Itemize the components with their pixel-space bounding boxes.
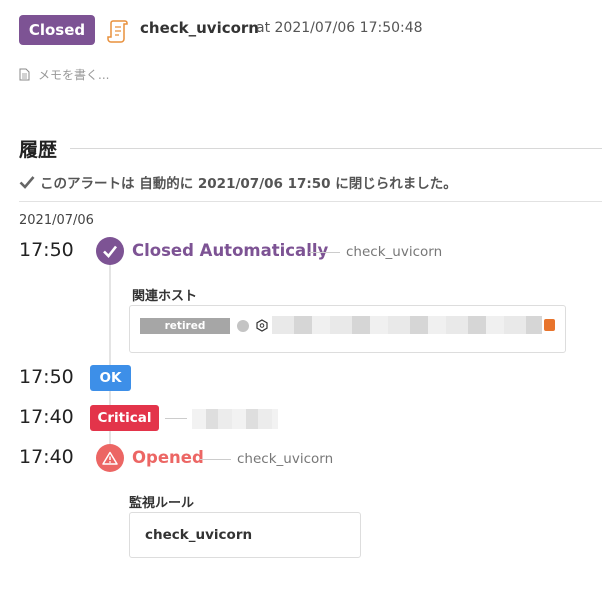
host-retired-tag: retired (140, 318, 230, 334)
monitor-rule-label: 監視ルール (129, 496, 195, 511)
critical-message-redacted (192, 409, 278, 429)
auto-closed-note: このアラートは 自動的に 2021/07/06 17:50 に閉じられました。 (19, 172, 457, 192)
auto-closed-text: このアラートは 自動的に 2021/07/06 17:50 に閉じられました。 (40, 176, 457, 192)
document-icon (19, 68, 30, 81)
host-status-dot (237, 320, 249, 332)
event-time: 17:40 (19, 406, 74, 428)
event-time: 17:50 (19, 366, 74, 388)
history-divider (70, 148, 602, 149)
closed-check-icon (96, 237, 124, 265)
memo-editor[interactable]: メモを書く... (19, 66, 109, 83)
host-name-redacted[interactable] (272, 316, 542, 334)
scroll-icon (107, 20, 128, 43)
monitor-rule-name: check_uvicorn (145, 527, 253, 543)
related-hosts-label: 関連ホスト (132, 289, 198, 304)
event-dash (309, 252, 340, 253)
event-time: 17:40 (19, 446, 74, 468)
monitor-rule-card[interactable]: check_uvicorn (129, 512, 361, 558)
event-closed-label: Closed Automatically (132, 241, 329, 260)
event-dash (165, 418, 187, 419)
monitor-name-link[interactable]: check_uvicorn (140, 19, 259, 37)
status-critical-badge: Critical (90, 405, 159, 431)
event-monitor-link[interactable]: check_uvicorn (237, 451, 333, 467)
history-heading: 履歴 (19, 139, 58, 161)
host-hexagon-icon (256, 319, 268, 332)
status-ok-badge: OK (90, 365, 131, 391)
alert-opened-at: at 2021/07/06 17:50:48 (256, 20, 423, 36)
check-icon (19, 176, 35, 189)
host-external-icon[interactable] (544, 319, 555, 331)
timeline-date: 2021/07/06 (19, 213, 94, 228)
note-divider (19, 201, 602, 202)
memo-placeholder: メモを書く... (38, 68, 110, 82)
event-dash (200, 459, 231, 460)
warning-icon (96, 444, 124, 472)
event-monitor-link[interactable]: check_uvicorn (346, 244, 442, 260)
event-time: 17:50 (19, 239, 74, 261)
event-opened-label: Opened (132, 448, 204, 467)
status-badge: Closed (19, 15, 95, 45)
